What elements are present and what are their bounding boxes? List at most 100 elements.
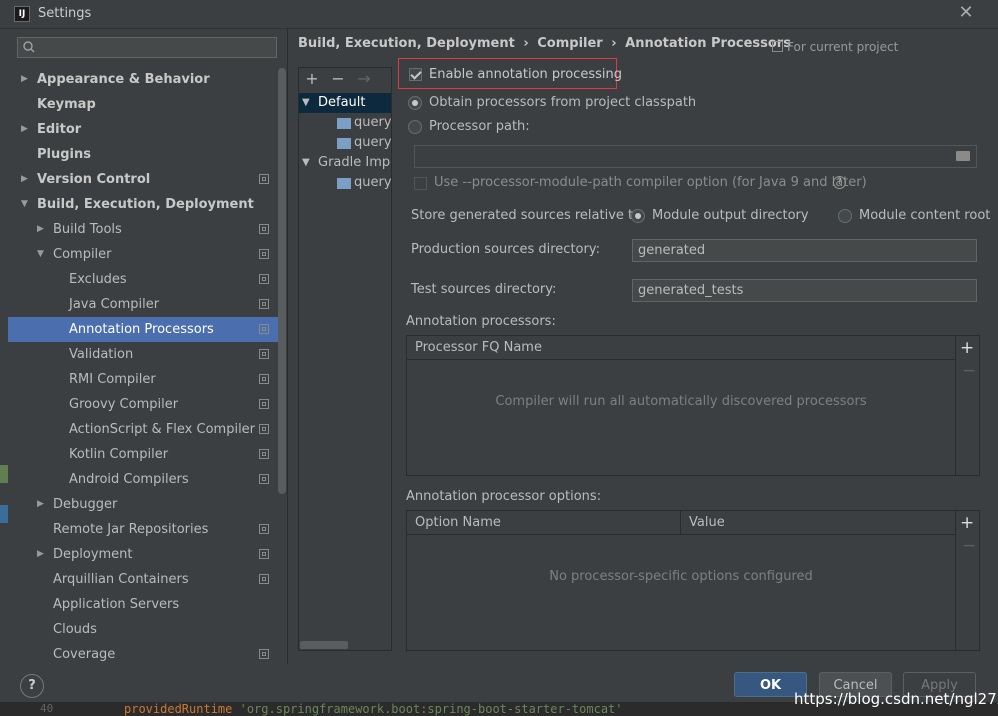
- breadcrumb-build: Build, Execution, Deployment: [298, 36, 515, 51]
- tree-item-label: Excludes: [69, 272, 127, 287]
- tree-item-label: Debugger: [53, 497, 118, 512]
- processor-module-path-checkbox[interactable]: [414, 177, 427, 190]
- ide-gutter-fragment: [0, 465, 8, 483]
- tree-item-kotlin-compiler[interactable]: Kotlin Compiler: [8, 442, 278, 467]
- expand-arrow-icon[interactable]: ▶: [37, 492, 49, 517]
- annotation-processors-table[interactable]: Processor FQ Name Compiler will run all …: [406, 335, 980, 476]
- tree-item-clouds[interactable]: Clouds: [8, 617, 278, 642]
- expand-arrow-icon[interactable]: ▶: [37, 542, 49, 567]
- tree-item-label: Java Compiler: [69, 297, 160, 312]
- project-scope-icon: [259, 574, 269, 584]
- module-content-root-radio[interactable]: [838, 209, 852, 223]
- tree-item-label: Keymap: [37, 97, 96, 112]
- tree-scrollbar[interactable]: [278, 68, 286, 494]
- tree-item-editor[interactable]: ▶ Editor: [8, 117, 278, 142]
- tree-item-plugins[interactable]: Plugins: [8, 142, 278, 167]
- tree-item-compiler[interactable]: ▼ Compiler: [8, 242, 278, 267]
- for-current-project-label: For current project: [772, 40, 898, 54]
- tree-item-debugger[interactable]: ▶ Debugger: [8, 492, 278, 517]
- collapse-arrow-icon[interactable]: ▼: [37, 242, 49, 267]
- collapse-arrow-icon[interactable]: ▼: [302, 153, 310, 173]
- options-table-toolbar: + −: [955, 511, 980, 650]
- processor-path-radio[interactable]: [408, 120, 422, 134]
- ide-gutter-fragment: [0, 505, 8, 523]
- expand-arrow-icon[interactable]: ▶: [21, 167, 33, 192]
- profile-module-item[interactable]: queryc: [299, 173, 392, 193]
- tree-item-label: Kotlin Compiler: [69, 447, 169, 462]
- tree-item-keymap[interactable]: Keymap: [8, 92, 278, 117]
- tree-item-application-servers[interactable]: Application Servers: [8, 592, 278, 617]
- tree-item-android-compilers[interactable]: Android Compilers: [8, 467, 278, 492]
- editor-line-number: 40: [40, 702, 54, 715]
- profile-label: queryc: [354, 115, 392, 130]
- help-button[interactable]: ?: [20, 674, 44, 698]
- collapse-arrow-icon[interactable]: ▼: [302, 93, 310, 113]
- tree-item-label: Deployment: [53, 547, 133, 562]
- profile-item[interactable]: ▼ Default: [299, 93, 391, 113]
- module-content-root-label: Module content root: [859, 208, 991, 223]
- breadcrumb-separator: ›: [523, 36, 529, 51]
- project-scope-icon: [259, 274, 269, 284]
- tree-item-build-execution-deployment[interactable]: ▼ Build, Execution, Deployment: [8, 192, 278, 217]
- processor-path-input[interactable]: [414, 145, 977, 168]
- tree-item-validation[interactable]: Validation: [8, 342, 278, 367]
- add-option-button[interactable]: +: [960, 513, 974, 533]
- obtain-processors-classpath-label: Obtain processors from project classpath: [429, 95, 697, 110]
- add-profile-button[interactable]: +: [303, 70, 321, 88]
- enable-annotation-processing-label: Enable annotation processing: [429, 67, 622, 82]
- enable-annotation-processing-checkbox[interactable]: [409, 68, 422, 81]
- processor-fq-name-header[interactable]: Processor FQ Name: [407, 336, 955, 360]
- module-output-directory-radio[interactable]: [631, 209, 645, 223]
- tree-item-version-control[interactable]: ▶ Version Control: [8, 167, 278, 192]
- tree-item-build-tools[interactable]: ▶ Build Tools: [8, 217, 278, 242]
- test-sources-input[interactable]: generated_tests: [632, 279, 977, 302]
- processor-options-table[interactable]: Option Name Value No processor-specific …: [406, 510, 980, 651]
- collapse-arrow-icon[interactable]: ▼: [21, 192, 33, 217]
- add-processor-button[interactable]: +: [960, 338, 974, 358]
- tree-item-groovy-compiler[interactable]: Groovy Compiler: [8, 392, 278, 417]
- tree-item-label: Application Servers: [53, 597, 180, 612]
- tree-item-deployment[interactable]: ▶ Deployment: [8, 542, 278, 567]
- tree-item-appearance-behavior[interactable]: ▶ Appearance & Behavior: [8, 67, 278, 92]
- production-sources-label: Production sources directory:: [411, 242, 600, 257]
- close-icon[interactable]: ✕: [956, 3, 976, 23]
- tree-item-actionscript-flex-compiler[interactable]: ActionScript & Flex Compiler: [8, 417, 278, 442]
- remove-option-button[interactable]: −: [962, 536, 976, 556]
- tree-item-excludes[interactable]: Excludes: [8, 267, 278, 292]
- remove-processor-button[interactable]: −: [962, 361, 976, 381]
- profile-label: queryc: [354, 175, 392, 190]
- tree-item-annotation-processors[interactable]: Annotation Processors: [8, 317, 286, 342]
- project-scope-icon: [259, 549, 269, 559]
- option-name-header[interactable]: Option Name: [407, 511, 681, 535]
- settings-search-input[interactable]: [17, 37, 277, 58]
- help-question-icon[interactable]: ?: [833, 176, 846, 189]
- obtain-processors-classpath-radio[interactable]: [408, 96, 422, 110]
- project-scope-icon: [259, 324, 269, 334]
- option-value-header[interactable]: Value: [681, 511, 955, 535]
- editor-code-line: providedRuntime 'org.springframework.boo…: [124, 702, 623, 716]
- tree-item-java-compiler[interactable]: Java Compiler: [8, 292, 278, 317]
- tree-item-remote-jar-repositories[interactable]: Remote Jar Repositories: [8, 517, 278, 542]
- expand-arrow-icon[interactable]: ▶: [37, 217, 49, 242]
- profile-module-item[interactable]: queryc: [299, 113, 392, 133]
- move-module-button[interactable]: →: [355, 70, 373, 88]
- project-scope-icon: [259, 349, 269, 359]
- project-scope-icon: [259, 224, 269, 234]
- project-scope-icon: [259, 374, 269, 384]
- tree-item-label: Validation: [69, 347, 134, 362]
- profile-module-item[interactable]: queryc: [299, 133, 391, 153]
- splitter[interactable]: [287, 28, 288, 664]
- production-sources-input[interactable]: generated: [632, 239, 977, 262]
- breadcrumb-annotation-processors: Annotation Processors: [625, 36, 791, 51]
- tree-item-rmi-compiler[interactable]: RMI Compiler: [8, 367, 278, 392]
- processor-path-label: Processor path:: [429, 119, 530, 134]
- profile-item[interactable]: ▼ Gradle Impo: [299, 153, 391, 173]
- expand-arrow-icon[interactable]: ▶: [21, 117, 33, 142]
- code-keyword: providedRuntime: [124, 702, 240, 716]
- folder-icon[interactable]: [956, 151, 970, 161]
- tree-item-arquillian-containers[interactable]: Arquillian Containers: [8, 567, 278, 592]
- remove-profile-button[interactable]: −: [329, 70, 347, 88]
- profiles-horizontal-scrollbar[interactable]: [300, 641, 348, 649]
- annotation-processors-title: Annotation processors:: [406, 314, 556, 329]
- expand-arrow-icon[interactable]: ▶: [21, 67, 33, 92]
